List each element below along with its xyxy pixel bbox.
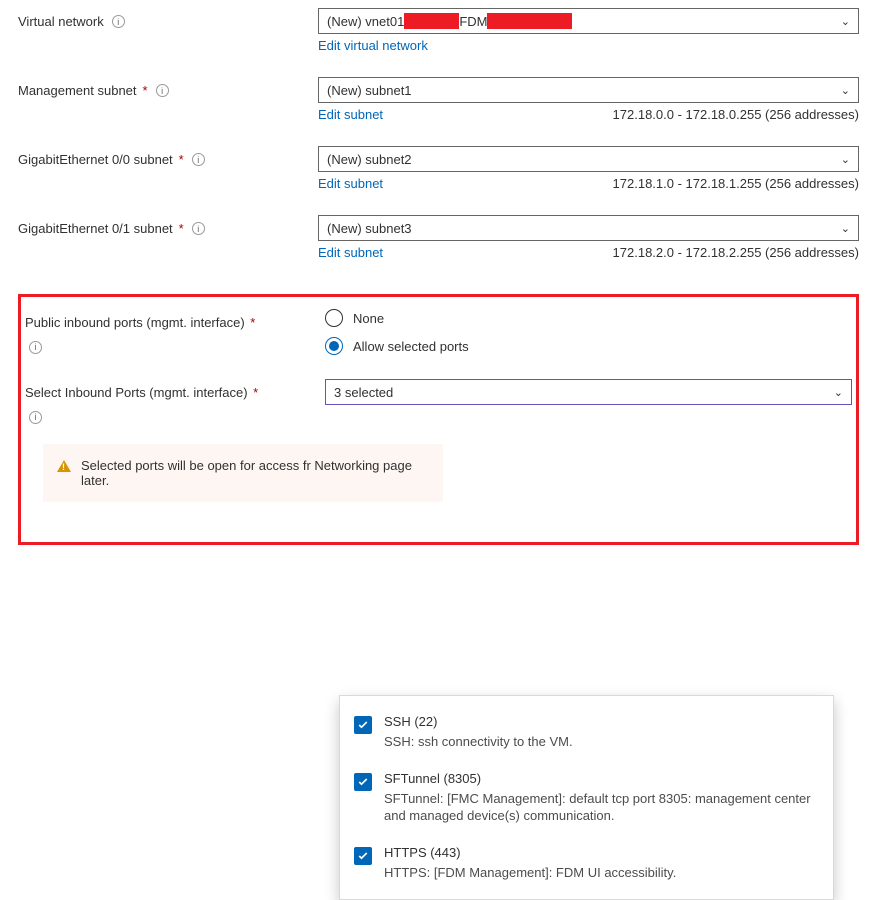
ge00-subnet-range: 172.18.1.0 - 172.18.1.255 (256 addresses… bbox=[613, 176, 859, 191]
port-ssh-desc: SSH: ssh connectivity to the VM. bbox=[384, 733, 819, 751]
chevron-down-icon: ⌄ bbox=[834, 386, 843, 399]
radio-allow-label: Allow selected ports bbox=[353, 339, 469, 354]
ge01-subnet-range: 172.18.2.0 - 172.18.2.255 (256 addresses… bbox=[613, 245, 859, 260]
vnet-value: (New) vnet01FDM bbox=[327, 13, 572, 29]
required-asterisk: * bbox=[179, 152, 184, 167]
chevron-down-icon: ⌄ bbox=[841, 84, 850, 97]
select-ports-dropdown[interactable]: 3 selected ⌄ bbox=[325, 379, 852, 405]
select-ports-summary: 3 selected bbox=[334, 385, 393, 400]
info-icon[interactable]: i bbox=[156, 84, 169, 97]
mgmt-subnet-dropdown[interactable]: (New) subnet1 ⌄ bbox=[318, 77, 859, 103]
checkbox-checked-icon[interactable] bbox=[354, 773, 372, 791]
info-icon[interactable]: i bbox=[29, 341, 42, 354]
checkbox-checked-icon[interactable] bbox=[354, 716, 372, 734]
edit-vnet-link[interactable]: Edit virtual network bbox=[318, 38, 428, 53]
warning-text: Selected ports will be open for access f… bbox=[81, 458, 429, 488]
edit-ge01-subnet-link[interactable]: Edit subnet bbox=[318, 245, 383, 260]
port-sft-title: SFTunnel (8305) bbox=[384, 771, 819, 786]
redaction-block bbox=[404, 13, 459, 29]
ge01-subnet-value: (New) subnet3 bbox=[327, 221, 412, 236]
chevron-down-icon: ⌄ bbox=[841, 153, 850, 166]
required-asterisk: * bbox=[179, 221, 184, 236]
warning-icon bbox=[57, 460, 71, 472]
required-asterisk: * bbox=[253, 385, 258, 400]
port-sft-desc: SFTunnel: [FMC Management]: default tcp … bbox=[384, 790, 819, 825]
mgmt-subnet-range: 172.18.0.0 - 172.18.0.255 (256 addresses… bbox=[613, 107, 859, 122]
vnet-dropdown[interactable]: (New) vnet01FDM ⌄ bbox=[318, 8, 859, 34]
edit-ge00-subnet-link[interactable]: Edit subnet bbox=[318, 176, 383, 191]
info-icon[interactable]: i bbox=[29, 411, 42, 424]
vnet-label: Virtual network bbox=[18, 14, 104, 29]
chevron-down-icon: ⌄ bbox=[841, 222, 850, 235]
checkbox-checked-icon[interactable] bbox=[354, 847, 372, 865]
highlighted-section: Public inbound ports (mgmt. interface) *… bbox=[18, 294, 859, 545]
required-asterisk: * bbox=[143, 83, 148, 98]
radio-none-label: None bbox=[353, 311, 384, 326]
radio-none[interactable] bbox=[325, 309, 343, 327]
port-ssh-title: SSH (22) bbox=[384, 714, 819, 729]
ports-listbox[interactable]: SSH (22) SSH: ssh connectivity to the VM… bbox=[339, 695, 834, 900]
edit-mgmt-subnet-link[interactable]: Edit subnet bbox=[318, 107, 383, 122]
info-icon[interactable]: i bbox=[192, 153, 205, 166]
ge00-subnet-dropdown[interactable]: (New) subnet2 ⌄ bbox=[318, 146, 859, 172]
mgmt-subnet-value: (New) subnet1 bbox=[327, 83, 412, 98]
port-option-ssh[interactable]: SSH (22) SSH: ssh connectivity to the VM… bbox=[354, 706, 819, 763]
radio-allow-selected[interactable] bbox=[325, 337, 343, 355]
port-option-https[interactable]: HTTPS (443) HTTPS: [FDM Management]: FDM… bbox=[354, 837, 819, 894]
ge01-subnet-dropdown[interactable]: (New) subnet3 ⌄ bbox=[318, 215, 859, 241]
chevron-down-icon: ⌄ bbox=[841, 15, 850, 28]
info-icon[interactable]: i bbox=[192, 222, 205, 235]
port-https-desc: HTTPS: [FDM Management]: FDM UI accessib… bbox=[384, 864, 819, 882]
required-asterisk: * bbox=[250, 315, 255, 330]
ge01-subnet-label: GigabitEthernet 0/1 subnet bbox=[18, 221, 173, 236]
ge00-subnet-label: GigabitEthernet 0/0 subnet bbox=[18, 152, 173, 167]
port-https-title: HTTPS (443) bbox=[384, 845, 819, 860]
port-option-sftunnel[interactable]: SFTunnel (8305) SFTunnel: [FMC Managemen… bbox=[354, 763, 819, 837]
mgmt-subnet-label: Management subnet bbox=[18, 83, 137, 98]
ge00-subnet-value: (New) subnet2 bbox=[327, 152, 412, 167]
info-icon[interactable]: i bbox=[112, 15, 125, 28]
warning-banner: Selected ports will be open for access f… bbox=[43, 444, 443, 502]
redaction-block bbox=[487, 13, 572, 29]
select-ports-label: Select Inbound Ports (mgmt. interface) bbox=[25, 385, 248, 400]
inbound-ports-label: Public inbound ports (mgmt. interface) bbox=[25, 315, 245, 330]
